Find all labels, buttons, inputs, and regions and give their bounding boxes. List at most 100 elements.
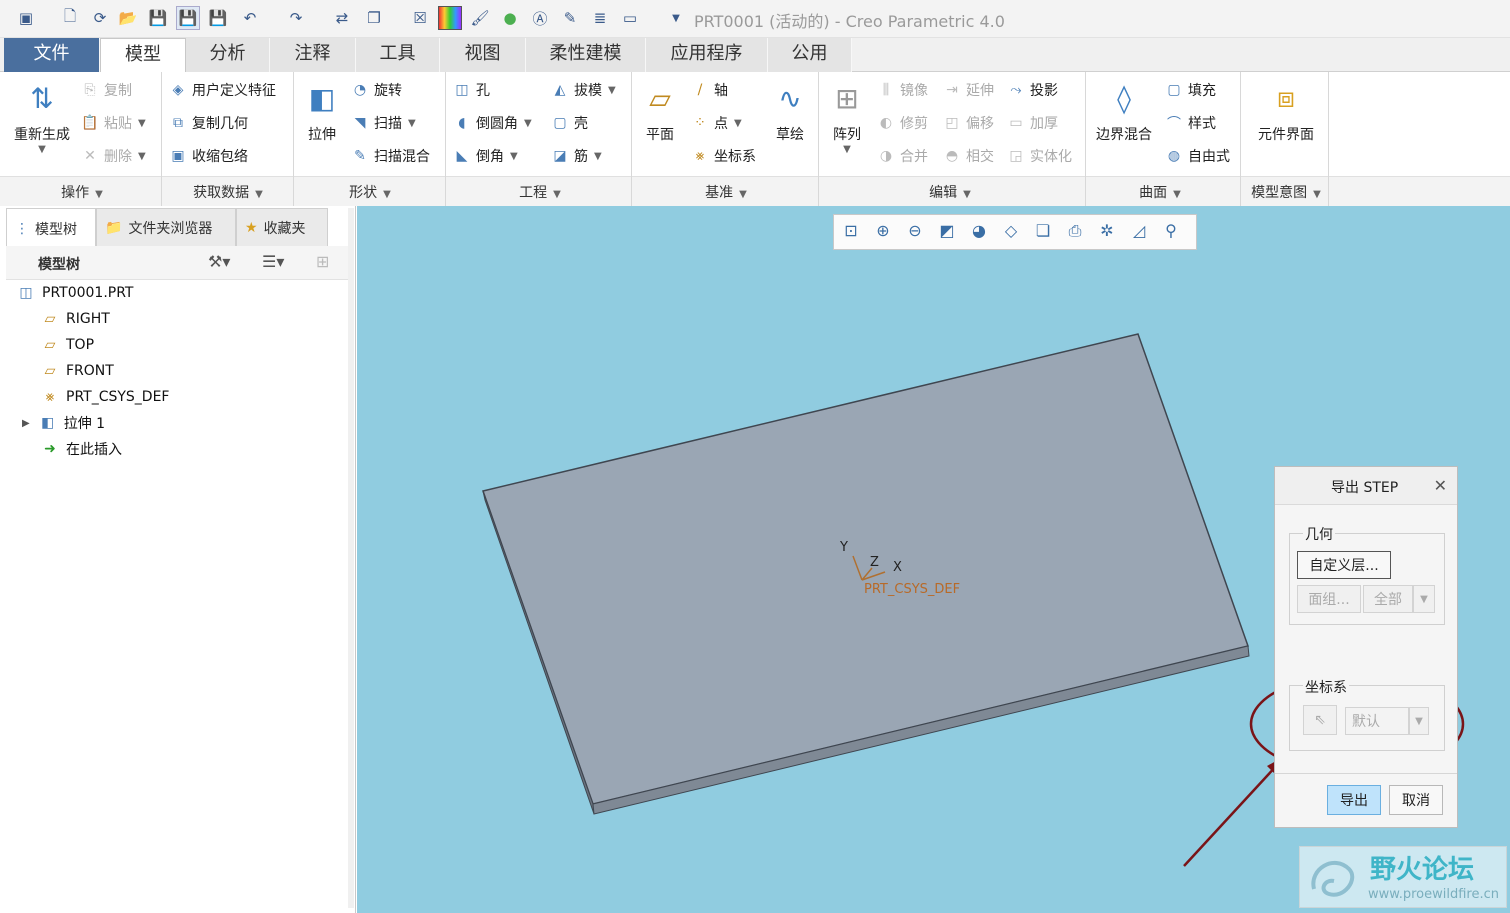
backup-icon[interactable]: 💾 (206, 6, 230, 30)
tab-model[interactable]: 模型 (100, 38, 186, 73)
select-pointer-icon[interactable]: ⇖ (1303, 705, 1337, 735)
tab-tools[interactable]: 工具 (356, 38, 440, 72)
draft-button[interactable]: ◭ 拔模 ▼ (550, 77, 616, 103)
extend-button[interactable]: ⇥ 延伸 (942, 77, 994, 103)
tab-folder-browser[interactable]: 📁 文件夹浏览器 (96, 208, 236, 248)
tab-common[interactable]: 公用 (768, 38, 852, 72)
shrinkwrap-button[interactable]: ▣ 收缩包络 (168, 143, 248, 169)
datum-icon[interactable]: ✎ (558, 6, 582, 30)
regenerate-icon[interactable]: ⇄ (330, 6, 354, 30)
pattern-dropdown-icon[interactable]: ▼ (824, 144, 870, 155)
group-label-shapes[interactable]: 形状 ▼ (320, 182, 420, 202)
tree-item-part[interactable]: ◫ PRT0001.PRT (16, 281, 133, 305)
tab-file[interactable]: 文件 (4, 38, 100, 72)
csys-button[interactable]: ⨳ 坐标系 (690, 143, 756, 169)
tree-filters-icon[interactable]: ☰▾ (262, 252, 284, 271)
swept-blend-button[interactable]: ✎ 扫描混合 (350, 143, 430, 169)
tab-view[interactable]: 视图 (440, 38, 526, 72)
new-icon[interactable]: 🗋 (58, 6, 82, 30)
tab-analysis[interactable]: 分析 (186, 38, 270, 72)
extrude-button[interactable]: ◧ 拉伸 (298, 78, 346, 144)
group-label-editing[interactable]: 编辑 ▼ (900, 182, 1000, 202)
freestyle-button[interactable]: ◍ 自由式 (1164, 143, 1230, 169)
face-group-button[interactable]: 面组... (1297, 585, 1361, 613)
custom-layer-button[interactable]: 自定义层... (1297, 551, 1391, 579)
close-window-icon[interactable]: ☒ (408, 6, 432, 30)
shell-button[interactable]: ▢ 壳 (550, 110, 588, 136)
display-icon[interactable]: ▭ (618, 6, 642, 30)
boundary-blend-button[interactable]: ◊ 边界混合 (1090, 78, 1158, 144)
rib-button[interactable]: ◪ 筋 ▼ (550, 143, 601, 169)
trim-button[interactable]: ◐ 修剪 (876, 110, 928, 136)
chamfer-button[interactable]: ◣ 倒角 ▼ (452, 143, 518, 169)
tab-flexible-modeling[interactable]: 柔性建模 (526, 38, 646, 72)
windows-icon[interactable]: ❐ (362, 6, 386, 30)
copy-geometry-button[interactable]: ⧉ 复制几何 (168, 110, 248, 136)
copy-button[interactable]: ⎘ 复制 (80, 77, 132, 103)
paste-button[interactable]: 📋 粘贴 ▼ (80, 110, 145, 136)
tree-item-front[interactable]: ▱ FRONT (40, 359, 114, 383)
sphere-icon[interactable]: ● (498, 6, 522, 30)
plane-button[interactable]: ▱ 平面 (638, 78, 682, 144)
tree-item-right[interactable]: ▱ RIGHT (40, 307, 110, 331)
point-button[interactable]: ⁘ 点 ▼ (690, 110, 742, 136)
mirror-button[interactable]: ⫼ 镜像 (876, 77, 928, 103)
tab-favorites[interactable]: ★ 收藏夹 (236, 208, 328, 248)
merge-button[interactable]: ◑ 合并 (876, 143, 928, 169)
component-interface-button[interactable]: ⧈ 元件界面 (1248, 78, 1324, 144)
paint-icon[interactable]: 🖌 (468, 6, 492, 30)
tree-item-top[interactable]: ▱ TOP (40, 333, 94, 357)
revolve-button[interactable]: ◔ 旋转 (350, 77, 402, 103)
regenerate-button[interactable]: ⇅ 重新生成 ▼ (8, 78, 76, 156)
tree-item-insert-here[interactable]: ➜ 在此插入 (40, 437, 122, 461)
fill-button[interactable]: ▢ 填充 (1164, 77, 1216, 103)
group-label-get-data[interactable]: 获取数据 ▼ (172, 182, 284, 202)
project-button[interactable]: ⤳ 投影 (1006, 77, 1058, 103)
all-dropdown-icon[interactable]: ▼ (1413, 585, 1435, 613)
tree-item-csys[interactable]: ⨳ PRT_CSYS_DEF (40, 385, 170, 409)
close-icon[interactable]: ✕ (1434, 476, 1447, 495)
offset-button[interactable]: ◰ 偏移 (942, 110, 994, 136)
sketch-button[interactable]: ∿ 草绘 (768, 78, 812, 144)
open-icon[interactable]: 📂 (116, 6, 140, 30)
group-label-surfaces[interactable]: 曲面 ▼ (1110, 182, 1210, 202)
thicken-button[interactable]: ▭ 加厚 (1006, 110, 1058, 136)
export-button[interactable]: 导出 (1327, 785, 1381, 815)
notes-icon[interactable]: ≣ (588, 6, 612, 30)
regenerate-dropdown-icon[interactable]: ▼ (8, 144, 76, 155)
group-label-engineering[interactable]: 工程 ▼ (490, 182, 590, 202)
style-button[interactable]: ⌒ 样式 (1164, 110, 1216, 136)
udf-button[interactable]: ◈ 用户定义特征 (168, 77, 276, 103)
all-button[interactable]: 全部 (1363, 585, 1413, 613)
appearance-icon[interactable] (438, 6, 462, 30)
redo-icon[interactable]: ↷ (284, 6, 308, 30)
group-label-model-intent[interactable]: 模型意图 ▼ (1244, 182, 1328, 202)
cancel-button[interactable]: 取消 (1389, 785, 1443, 815)
delete-button[interactable]: ✕ 删除 ▼ (80, 143, 146, 169)
axis-button[interactable]: / 轴 (690, 77, 728, 103)
save-icon[interactable]: 💾 (146, 6, 170, 30)
group-label-datum[interactable]: 基准 ▼ (676, 182, 776, 202)
tree-settings-icon[interactable]: ⚒▾ (208, 252, 230, 271)
csys-default-select[interactable]: 默认 (1345, 707, 1409, 735)
solidify-button[interactable]: ◲ 实体化 (1006, 143, 1072, 169)
app-icon[interactable]: ▣ (14, 6, 38, 30)
tab-annotate[interactable]: 注释 (270, 38, 356, 72)
hole-button[interactable]: ◫ 孔 (452, 77, 490, 103)
undo-icon[interactable]: ↶ (238, 6, 262, 30)
annotation-icon[interactable]: Ⓐ (528, 6, 552, 30)
sweep-button[interactable]: ◥ 扫描 ▼ (350, 110, 416, 136)
open-recent-icon[interactable]: ⟳ (88, 6, 112, 30)
tab-applications[interactable]: 应用程序 (646, 38, 768, 72)
pattern-button[interactable]: ⊞ 阵列 ▼ (824, 78, 870, 156)
tree-scrollbar[interactable] (348, 208, 354, 908)
round-button[interactable]: ◖ 倒圆角 ▼ (452, 110, 531, 136)
intersect-button[interactable]: ◓ 相交 (942, 143, 994, 169)
save-copy-icon[interactable]: 💾 (176, 6, 200, 30)
customize-dropdown-icon[interactable]: ▼ (664, 6, 688, 30)
tree-columns-icon[interactable]: ⊞ (316, 252, 329, 271)
tab-model-tree[interactable]: ⋮ 模型树 (6, 208, 96, 248)
tree-item-extrude[interactable]: ▶ ◧ 拉伸 1 (22, 411, 105, 435)
csys-dropdown-icon[interactable]: ▼ (1409, 707, 1429, 735)
expand-arrow-icon[interactable]: ▶ (22, 418, 30, 429)
